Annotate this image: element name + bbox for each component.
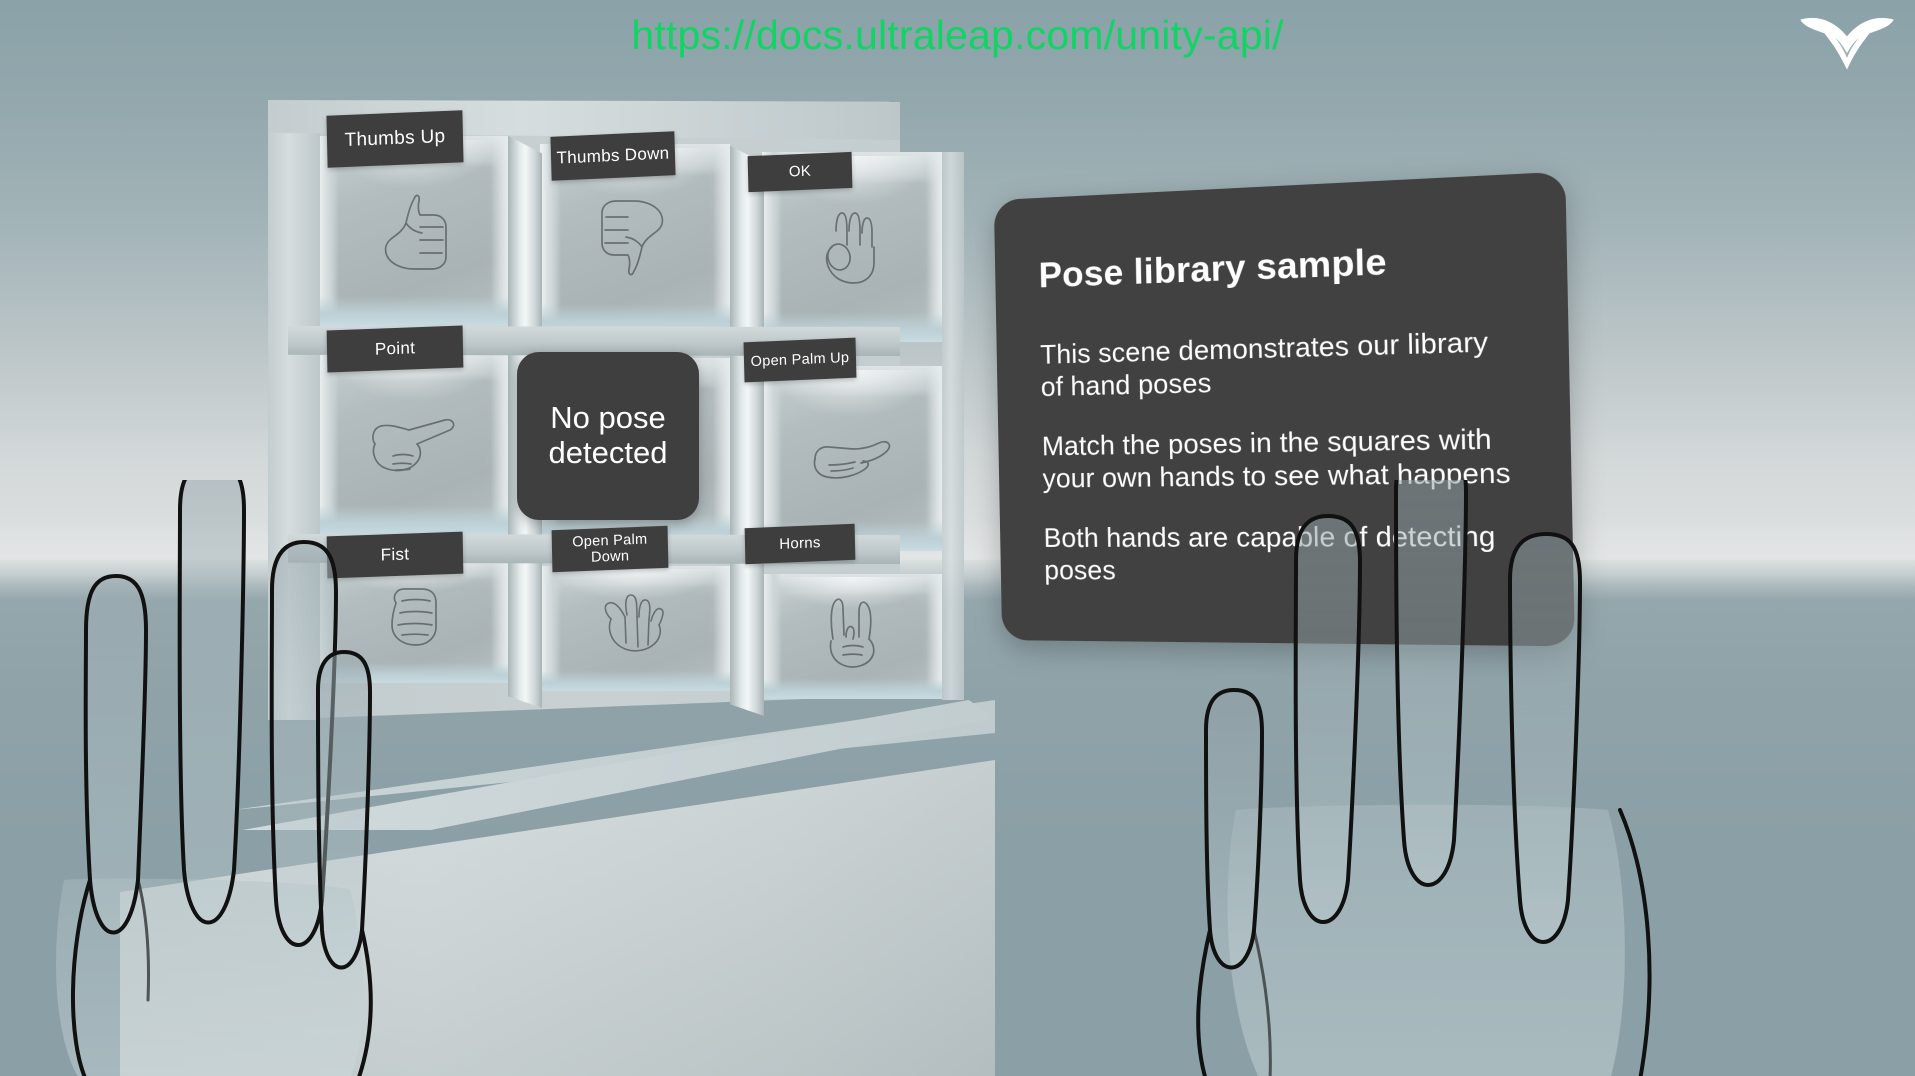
pedestal: [120, 700, 995, 1076]
pedestal-shading: [120, 760, 995, 1076]
shelf-divider-v2: [730, 145, 764, 716]
plaque-point[interactable]: Point: [326, 325, 464, 373]
info-panel-paragraph-2: Match the poses in the squares with your…: [1041, 423, 1511, 494]
plaque-label: Point: [374, 338, 416, 360]
plaque-horns[interactable]: Horns: [744, 523, 856, 565]
docs-url-text: https://docs.ultraleap.com/unity-api/: [631, 12, 1284, 58]
status-line-2: detected: [548, 435, 668, 470]
plaque-label: Open Palm Down: [572, 531, 648, 566]
vr-scene: https://docs.ultraleap.com/unity-api/ No…: [0, 0, 1915, 1076]
info-panel: Pose library sample This scene demonstra…: [993, 171, 1575, 647]
horns-hand-icon: [762, 574, 942, 699]
pose-cell-horns[interactable]: [762, 574, 942, 699]
plaque-open-palm-up[interactable]: Open Palm Up: [743, 337, 857, 383]
plaque-open-palm-down[interactable]: Open Palm Down: [551, 525, 669, 573]
shelf-right-post: [942, 152, 964, 700]
status-panel: No pose detected: [517, 352, 699, 520]
pointing-hand-icon: [318, 350, 508, 535]
pose-cell-open-palm-down[interactable]: [540, 566, 730, 691]
shelf-left-post: [268, 100, 320, 720]
plaque-ok[interactable]: OK: [747, 151, 853, 193]
open-palm-down-hand-icon: [540, 566, 730, 691]
plaque-label: Fist: [380, 544, 410, 565]
plaque-label: Open Palm Up: [750, 349, 850, 370]
plaque-label: OK: [788, 162, 812, 181]
plaque-label: Thumbs Down: [556, 143, 670, 169]
plaque-label: Horns: [779, 533, 821, 553]
pose-cell-point[interactable]: [318, 350, 508, 535]
info-panel-paragraph-1: This scene demonstrates our library of h…: [1039, 326, 1489, 403]
ultraleap-logo: [1797, 8, 1897, 78]
info-panel-paragraph-3: Both hands are capable of detecting pose…: [1043, 520, 1496, 586]
status-line-1: No pose: [550, 400, 666, 436]
plaque-thumbs-down[interactable]: Thumbs Down: [550, 131, 676, 181]
plaque-thumbs-up[interactable]: Thumbs Up: [326, 110, 464, 168]
info-panel-title: Pose library sample: [1038, 241, 1388, 296]
plaque-label: Thumbs Up: [344, 126, 446, 152]
plaque-fist[interactable]: Fist: [326, 531, 464, 579]
